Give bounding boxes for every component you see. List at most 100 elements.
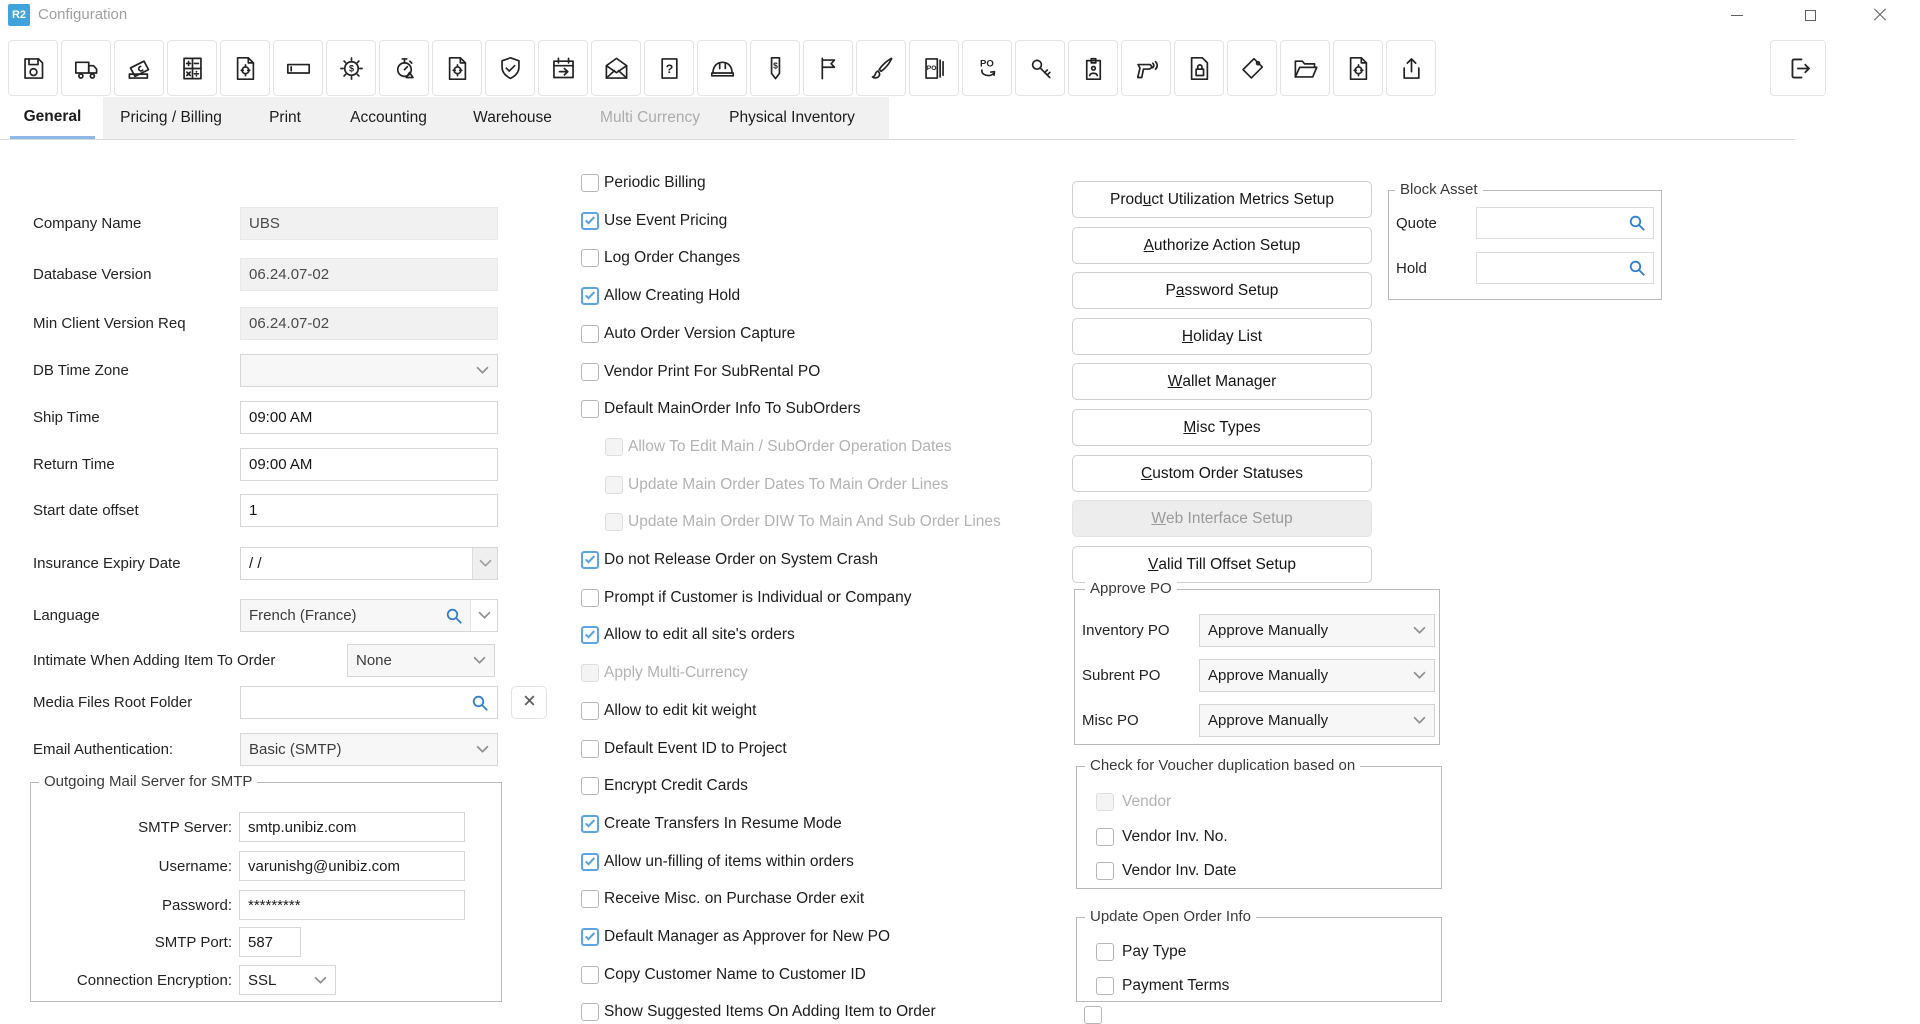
vendor-inv-no-checkbox[interactable] <box>1096 828 1114 846</box>
option-auto-order-version-capture-checkbox[interactable] <box>581 325 599 343</box>
toolbar-button-po-document[interactable]: PO <box>909 40 959 96</box>
subrent-po-select[interactable]: Approve Manually <box>1199 659 1435 692</box>
close-button[interactable] <box>1855 0 1905 30</box>
toolbar-button-stopwatch-alert[interactable] <box>379 40 429 96</box>
username-input[interactable]: varunishg@unibiz.com <box>239 851 465 881</box>
toolbar-button-document-gear-3[interactable] <box>1333 40 1383 96</box>
search-icon[interactable] <box>1628 259 1646 277</box>
option-create-transfers-in-resume-mode-checkbox[interactable] <box>581 815 599 833</box>
toolbar-button-open-folder[interactable] <box>1280 40 1330 96</box>
misc-types-button[interactable]: Misc Types <box>1072 409 1372 446</box>
option-copy-customer-name-to-customer-id-checkbox[interactable] <box>581 966 599 984</box>
option-vendor-print-for-subrental-po-checkbox[interactable] <box>581 363 599 381</box>
toolbar-button-paint-brush[interactable] <box>856 40 906 96</box>
option-auto-order-version-capture-label: Auto Order Version Capture <box>604 325 795 343</box>
option-default-event-id-to-project-checkbox[interactable] <box>581 740 599 758</box>
option-log-order-changes-checkbox[interactable] <box>581 249 599 267</box>
toolbar-button-po-transfer[interactable]: PO <box>962 40 1012 96</box>
toolbar-button-help-document[interactable]: ? <box>644 40 694 96</box>
media-files-root-folder-field[interactable] <box>240 686 498 719</box>
holiday-list-button[interactable]: Holiday List <box>1072 318 1372 355</box>
option-encrypt-credit-cards-checkbox[interactable] <box>581 777 599 795</box>
toolbar-button-hard-hat[interactable] <box>697 40 747 96</box>
db-time-zone-field[interactable] <box>240 354 498 387</box>
pay-type-label: Pay Type <box>1122 943 1186 961</box>
block-asset-hold-input[interactable] <box>1476 252 1654 284</box>
toolbar-button-text-field[interactable] <box>273 40 323 96</box>
password-setup-button[interactable]: Password Setup <box>1072 272 1372 309</box>
media-files-root-folder-clear-button[interactable] <box>511 686 547 719</box>
option-show-suggested-items-on-adding-item-to-order-checkbox[interactable] <box>581 1003 599 1021</box>
toolbar-button-barcode-scanner[interactable] <box>1121 40 1171 96</box>
tab-print[interactable]: Print <box>250 97 320 139</box>
start-date-offset-input[interactable]: 1 <box>240 494 498 527</box>
vendor-inv-date-checkbox[interactable] <box>1096 862 1114 880</box>
toolbar-button-label-tag[interactable] <box>1227 40 1277 96</box>
toolbar-button-flag[interactable] <box>803 40 853 96</box>
connection-encryption-select[interactable]: SSL <box>239 965 336 995</box>
dropdown-button[interactable] <box>470 600 497 631</box>
date-picker-button[interactable] <box>472 548 497 579</box>
tab-general[interactable]: General <box>10 97 95 139</box>
toolbar-button-export-upload[interactable] <box>1386 40 1436 96</box>
toolbar-button-save[interactable] <box>8 40 58 96</box>
option-default-mainorder-info-to-suborders-checkbox[interactable] <box>581 400 599 418</box>
tab-pricing-billing[interactable]: Pricing / Billing <box>111 97 231 139</box>
tab-warehouse[interactable]: Warehouse <box>455 97 570 139</box>
option-allow-to-edit-kit-weight-checkbox[interactable] <box>581 702 599 720</box>
toolbar-button-cash-payment[interactable] <box>114 40 164 96</box>
payment-terms-checkbox[interactable] <box>1096 977 1114 995</box>
toolbar-button-locked-document[interactable] <box>1174 40 1224 96</box>
valid-till-offset-setup-button[interactable]: Valid Till Offset Setup <box>1072 546 1372 583</box>
pay-type-checkbox[interactable] <box>1096 943 1114 961</box>
toolbar-button-shield-check[interactable] <box>485 40 535 96</box>
toolbar-button-calendar-forward[interactable] <box>538 40 588 96</box>
email-authentication-field[interactable]: Basic (SMTP) <box>240 733 498 766</box>
product-utilization-metrics-setup-button[interactable]: Product Utilization Metrics Setup <box>1072 181 1372 218</box>
toolbar-button-key[interactable] <box>1015 40 1065 96</box>
toolbar-button-document-gear[interactable] <box>220 40 270 96</box>
toolbar-button-price-tag-dollar[interactable]: $ <box>750 40 800 96</box>
option-default-manager-as-approver-for-new-po-checkbox[interactable] <box>581 928 599 946</box>
insurance-expiry-date-field[interactable]: / / <box>240 547 498 580</box>
option-prompt-if-customer-is-individual-or-company-label: Prompt if Customer is Individual or Comp… <box>604 589 912 607</box>
block-asset-quote-input[interactable] <box>1476 207 1654 239</box>
toolbar-button-mail-open[interactable] <box>591 40 641 96</box>
search-icon[interactable] <box>1628 214 1646 232</box>
option-allow-un-filling-of-items-within-orders-checkbox[interactable] <box>581 853 599 871</box>
intimate-when-adding-item-to-order-field[interactable]: None <box>347 644 495 677</box>
toolbar-button-truck[interactable] <box>61 40 111 96</box>
inventory-po-select[interactable]: Approve Manually <box>1199 614 1435 647</box>
authorize-action-setup-button[interactable]: Authorize Action Setup <box>1072 227 1372 264</box>
option-prompt-if-customer-is-individual-or-company-checkbox[interactable] <box>581 589 599 607</box>
option-allow-creating-hold-checkbox[interactable] <box>581 287 599 305</box>
misc-po-select[interactable]: Approve Manually <box>1199 704 1435 737</box>
cutoff-checkbox[interactable] <box>1084 1006 1102 1024</box>
language-field[interactable]: French (France) <box>240 599 498 632</box>
restore-button[interactable] <box>1785 0 1835 30</box>
minimize-button[interactable] <box>1712 0 1762 30</box>
toolbar-button-gear-dollar[interactable]: $ <box>326 40 376 96</box>
option-use-event-pricing-checkbox[interactable] <box>581 212 599 230</box>
wallet-manager-button[interactable]: Wallet Manager <box>1072 363 1372 400</box>
option-receive-misc-on-purchase-order-exit-checkbox[interactable] <box>581 890 599 908</box>
search-icon[interactable] <box>471 694 489 712</box>
smtp-port-input[interactable]: 587 <box>239 927 301 957</box>
option-allow-to-edit-all-site-s-orders-checkbox[interactable] <box>581 626 599 644</box>
toolbar-button-calculator[interactable] <box>167 40 217 96</box>
tab-physical-inventory[interactable]: Physical Inventory <box>712 97 872 139</box>
smtp-port-label: SMTP Port: <box>37 927 232 957</box>
toolbar-button-id-badge[interactable] <box>1068 40 1118 96</box>
search-icon[interactable] <box>445 607 463 625</box>
toolbar-button-exit[interactable] <box>1770 40 1826 96</box>
start-date-offset-value-text: 1 <box>249 502 257 519</box>
tab-accounting[interactable]: Accounting <box>336 97 441 139</box>
option-do-not-release-order-on-system-crash-checkbox[interactable] <box>581 551 599 569</box>
custom-order-statuses-button[interactable]: Custom Order Statuses <box>1072 455 1372 492</box>
password-input[interactable]: ********* <box>239 890 465 920</box>
return-time-input[interactable]: 09:00 AM <box>240 448 498 481</box>
ship-time-input[interactable]: 09:00 AM <box>240 401 498 434</box>
option-periodic-billing-checkbox[interactable] <box>581 174 599 192</box>
toolbar-button-document-gear-2[interactable] <box>432 40 482 96</box>
smtp-server-input[interactable]: smtp.unibiz.com <box>239 812 465 842</box>
